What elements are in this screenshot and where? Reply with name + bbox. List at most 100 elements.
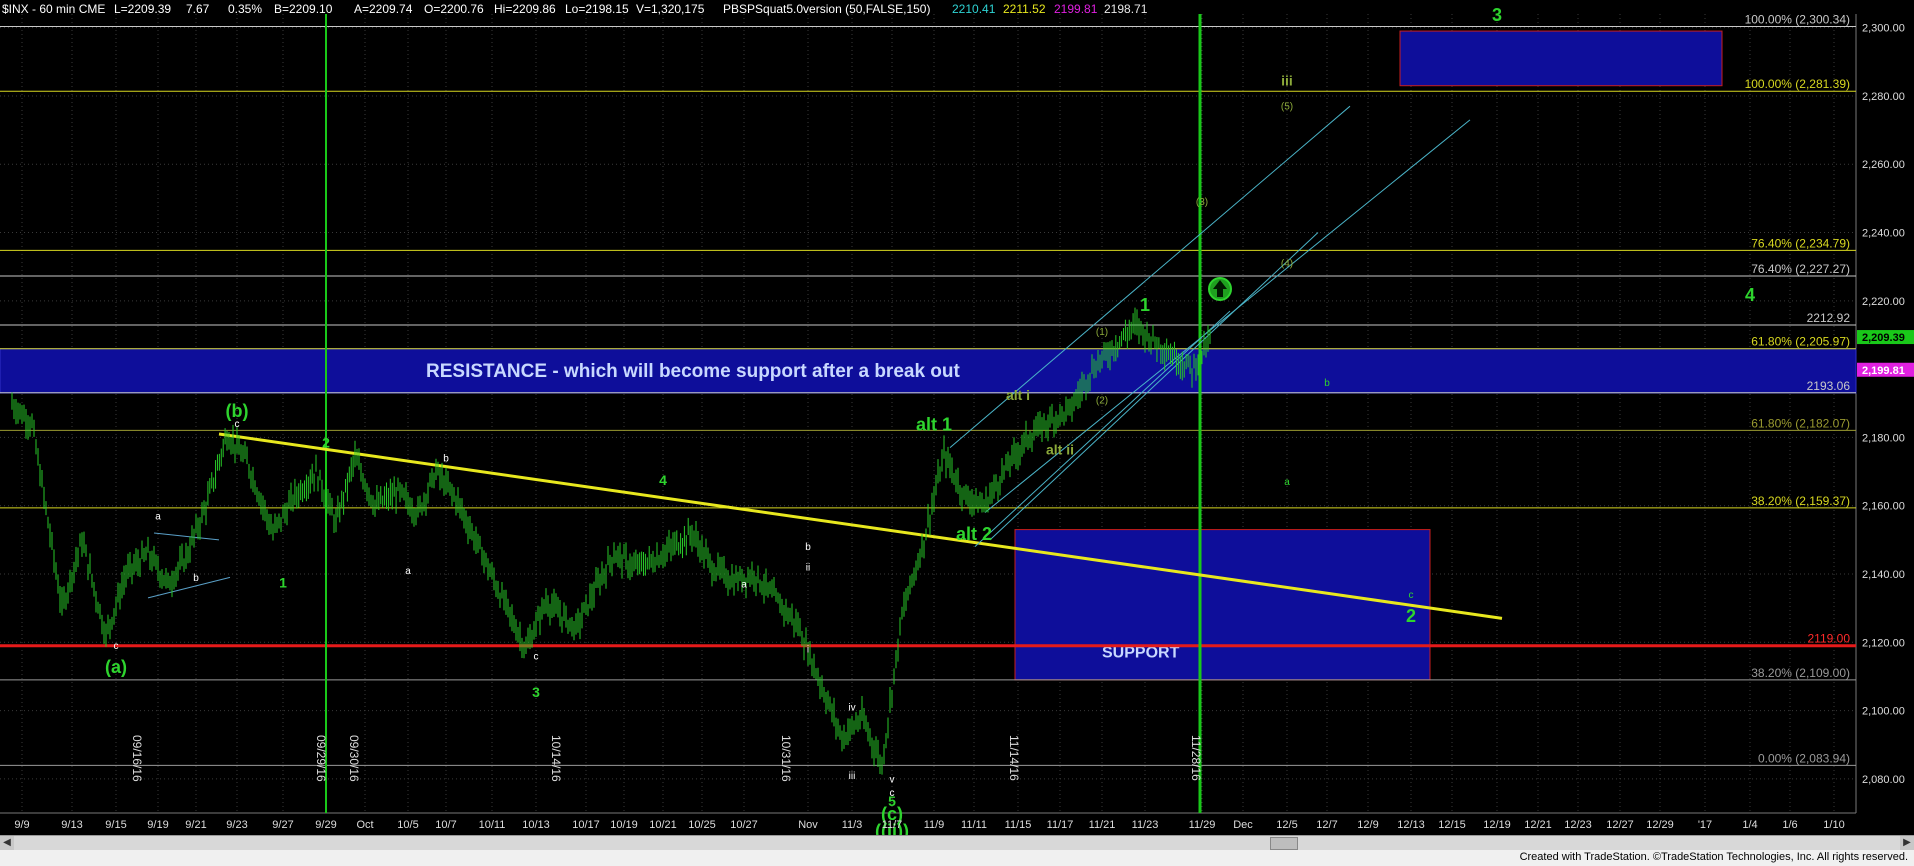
level-label: 76.40% (2,234.79) [1751, 236, 1850, 250]
wave-label: a [155, 511, 161, 522]
wave-label: (a) [105, 657, 127, 677]
price-tag-label: 2,209.39 [1862, 332, 1905, 344]
x-tick-label: 10/19 [610, 819, 638, 831]
wave-label: 3 [1492, 5, 1502, 25]
wave-label: (1) [1096, 327, 1108, 338]
y-tick-label: 2,120.00 [1862, 637, 1905, 649]
wave-label: (2) [1096, 395, 1108, 406]
level-label: 38.20% (2,159.37) [1751, 494, 1850, 508]
chart-canvas[interactable]: RESISTANCE - which will become support a… [0, 0, 1914, 835]
wave-label: a [405, 566, 411, 577]
level-label: 100.00% (2,300.34) [1745, 12, 1850, 26]
y-tick-label: 2,280.00 [1862, 91, 1905, 103]
x-tick-label: 9/23 [226, 819, 247, 831]
wave-label: b [443, 453, 449, 464]
change-percent: 0.35% [228, 2, 262, 16]
date-marker-label: 09/29/16 [314, 735, 328, 782]
wave-label: 2 [322, 435, 330, 451]
footer-credit: Created with TradeStation. ©TradeStation… [1519, 851, 1908, 863]
support-zone [1014, 529, 1431, 681]
date-marker-label: 11/28/16 [1189, 735, 1203, 781]
symbol-title: $INX - 60 min CME [2, 2, 105, 16]
date-marker-label: 10/31/16 [779, 735, 793, 782]
price-tag-label: 2,199.81 [1862, 365, 1905, 377]
wave-label: (3) [1196, 197, 1208, 208]
level-label: 38.20% (2,109.00) [1751, 666, 1850, 680]
x-tick-label: 10/27 [730, 819, 758, 831]
x-tick-label: 12/27 [1606, 819, 1634, 831]
wave-label: a [741, 580, 747, 591]
x-tick-label: 11/7 [882, 819, 903, 831]
y-tick-label: 2,220.00 [1862, 296, 1905, 308]
resistance-zone-label: RESISTANCE - which will become support a… [426, 361, 961, 382]
x-tick-label: 11/15 [1005, 819, 1032, 831]
x-tick-label: 10/11 [479, 819, 506, 831]
wave-label: iii [849, 771, 856, 782]
wave-label: alt 2 [956, 524, 992, 544]
x-tick-label: 12/9 [1357, 819, 1378, 831]
x-tick-label: 11/3 [842, 819, 863, 831]
x-tick-label: 1/10 [1823, 819, 1844, 831]
wave-label: a [1284, 477, 1290, 488]
wave-label: iv [848, 703, 855, 714]
x-tick-label: 12/21 [1524, 819, 1552, 831]
open-price: O=2200.76 [424, 2, 484, 16]
wave-label: b [193, 573, 199, 584]
x-tick-label: 10/13 [522, 819, 550, 831]
x-tick-label: 9/27 [272, 819, 293, 831]
x-tick-label: 10/7 [435, 819, 456, 831]
x-tick-label: 11/17 [1047, 819, 1074, 831]
wave-label: c [114, 641, 119, 652]
date-marker-label: 11/14/16 [1007, 735, 1021, 781]
level-label: 2212.92 [1807, 311, 1851, 325]
y-tick-label: 2,100.00 [1862, 706, 1905, 718]
y-tick-label: 2,160.00 [1862, 501, 1905, 513]
x-tick-label: 9/21 [185, 819, 206, 831]
scroll-right-icon[interactable]: ▶ [1900, 836, 1914, 850]
x-tick-label: 12/5 [1276, 819, 1297, 831]
date-marker-label: 10/14/16 [549, 735, 563, 782]
x-tick-label: 9/15 [105, 819, 126, 831]
wave-label: 1 [1140, 295, 1150, 315]
wave-label: 4 [1745, 285, 1755, 305]
x-tick-label: 11/29 [1189, 819, 1216, 831]
x-tick-label: 11/21 [1089, 819, 1116, 831]
indicator-value-4: 2198.71 [1104, 2, 1148, 16]
x-tick-label: 1/6 [1782, 819, 1797, 831]
wave-label: c [534, 651, 539, 662]
level-label: 76.40% (2,227.27) [1751, 262, 1850, 276]
wave-label: c [235, 419, 240, 430]
wave-label: (4) [1281, 259, 1293, 270]
indicator-name: PBSPSquat5.0version (50,FALSE,150) [723, 2, 930, 16]
wave-label: v [890, 774, 895, 785]
scrollbar-thumb[interactable] [1270, 837, 1298, 850]
x-tick-label: Nov [798, 819, 818, 831]
y-tick-label: 2,080.00 [1862, 774, 1905, 786]
x-tick-label: 12/19 [1483, 819, 1511, 831]
wave-label: i [807, 645, 809, 656]
level-label: 61.80% (2,182.07) [1751, 416, 1850, 430]
bid-price: B=2209.10 [274, 2, 333, 16]
horizontal-scrollbar[interactable]: ◀ ▶ [0, 835, 1914, 851]
wave-label: 4 [659, 472, 667, 488]
x-tick-label: 10/21 [649, 819, 677, 831]
wave-label: (5) [1281, 102, 1293, 113]
scroll-left-icon[interactable]: ◀ [0, 836, 14, 850]
high-price: Hi=2209.86 [494, 2, 556, 16]
date-marker-label: 09/30/16 [347, 735, 361, 782]
y-tick-label: 2,260.00 [1862, 159, 1905, 171]
ask-price: A=2209.74 [354, 2, 413, 16]
low-price: Lo=2198.15 [565, 2, 629, 16]
wave-label: 2 [1406, 606, 1416, 626]
wave-label: b [1324, 378, 1330, 389]
x-tick-label: 12/15 [1438, 819, 1466, 831]
wave-label: alt ii [1046, 441, 1074, 457]
x-tick-label: '17 [1698, 819, 1712, 831]
level-label: 61.80% (2,205.97) [1751, 335, 1850, 349]
indicator-value-3: 2199.81 [1054, 2, 1098, 16]
y-tick-label: 2,140.00 [1862, 569, 1905, 581]
x-tick-label: 1/4 [1742, 819, 1757, 831]
level-label: 100.00% (2,281.39) [1745, 77, 1850, 91]
x-tick-label: 12/29 [1646, 819, 1674, 831]
x-tick-label: 9/9 [14, 819, 29, 831]
